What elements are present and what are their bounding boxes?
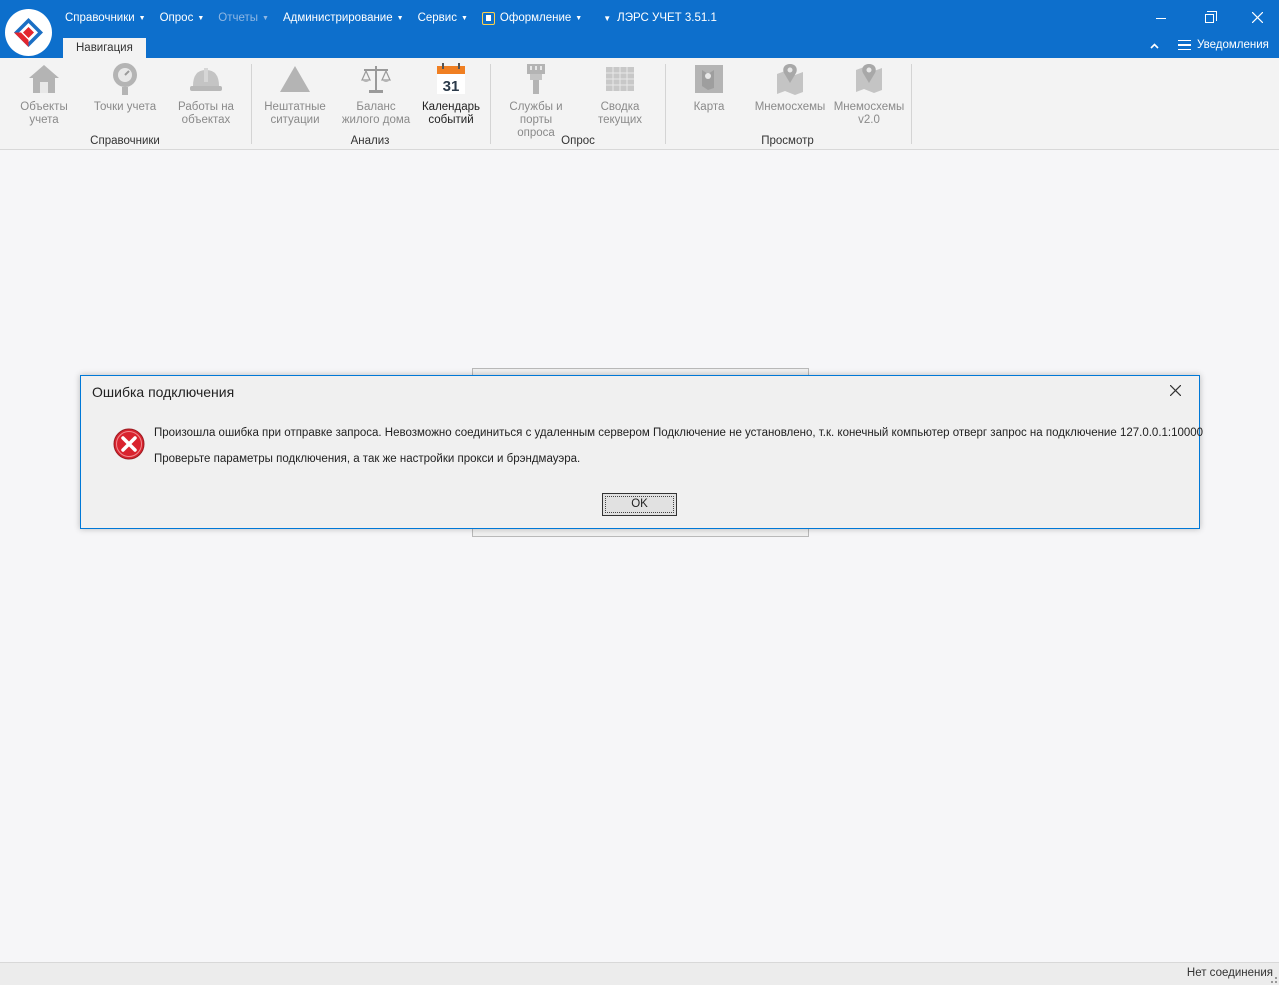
group-divider — [665, 64, 666, 144]
ribbon-label: Сводка текущих — [597, 101, 643, 126]
restore-button[interactable] — [1194, 8, 1224, 28]
minimize-button[interactable] — [1146, 8, 1176, 28]
list-icon — [1178, 39, 1191, 51]
chevron-down-icon: ▼ — [197, 14, 205, 22]
group-divider — [490, 64, 491, 144]
svg-text:31: 31 — [443, 78, 460, 95]
chevron-down-icon: ▼ — [138, 14, 146, 22]
ribbon-button-works[interactable]: Работы на объектах — [170, 62, 242, 127]
menu-administrirovanie[interactable]: Администрирование ▼ — [276, 12, 411, 24]
ribbon-label: Календарь событий — [421, 101, 481, 126]
menu-oformlenie[interactable]: Оформление ▼ — [475, 11, 589, 25]
tab-navigation[interactable]: Навигация — [63, 38, 146, 58]
dialog-title: Ошибка подключения — [92, 384, 235, 400]
close-icon — [1251, 11, 1263, 24]
group-label-opros: Опрос — [561, 135, 595, 147]
ribbon-button-mnemo-v2[interactable]: Мнемосхемы v2.0 — [833, 62, 905, 127]
map-icon — [692, 62, 726, 96]
menu-otchety[interactable]: Отчеты ▼ — [211, 12, 276, 24]
map-pin-v2-icon — [852, 62, 886, 96]
chevron-up-icon — [1150, 43, 1159, 49]
minimize-icon — [1156, 18, 1166, 20]
group-label-prosmotr: Просмотр — [761, 135, 814, 147]
ribbon-label: Мнемосхемы v2.0 — [833, 101, 905, 126]
ribbon-button-calendar[interactable]: 31 Календарь событий — [415, 62, 487, 127]
error-icon — [113, 428, 145, 460]
error-dialog: Ошибка подключения Произошла ошибка при … — [80, 375, 1204, 529]
ribbon-label: Карта — [693, 101, 725, 113]
ribbon-label: Работы на объектах — [178, 101, 234, 126]
warning-icon — [278, 62, 312, 96]
chevron-down-icon: ▼ — [262, 14, 269, 22]
ribbon-label: Объекты учета — [20, 101, 68, 126]
chevron-down-icon: ▼ — [396, 14, 404, 22]
resize-grip-icon[interactable] — [1271, 977, 1277, 983]
restore-icon — [1204, 11, 1217, 24]
close-button[interactable] — [1242, 8, 1272, 28]
error-hint: Проверьте параметры подключения, а так ж… — [154, 453, 581, 465]
notifications-button[interactable]: Уведомления — [1178, 39, 1269, 51]
ribbon-label: Баланс жилого дома — [341, 101, 411, 126]
theme-icon — [481, 11, 495, 25]
ribbon-button-map[interactable]: Карта — [673, 62, 745, 114]
group-divider — [911, 64, 912, 144]
map-pin-icon — [773, 62, 807, 96]
connector-icon — [519, 62, 553, 96]
status-bar: Нет соединения — [0, 962, 1279, 985]
ribbon-button-mnemo[interactable]: Мнемосхемы — [754, 62, 826, 114]
ribbon-button-points[interactable]: Точки учета — [89, 62, 161, 114]
main-menu: Справочники ▼ Опрос ▼ Отчеты ▼ Администриро… — [58, 8, 717, 28]
dialog-close-button[interactable] — [1159, 380, 1191, 402]
ribbon-label: Нештатные ситуации — [264, 101, 326, 126]
ribbon-button-summary[interactable]: Сводка текущих — [584, 62, 656, 127]
ribbon-button-objects[interactable]: Объекты учета — [8, 62, 80, 127]
connection-status: Нет соединения — [1186, 967, 1273, 979]
ribbon-button-incidents[interactable]: Нештатные ситуации — [259, 62, 331, 127]
ok-button[interactable]: OK — [602, 493, 677, 516]
notifications-label: Уведомления — [1197, 39, 1269, 51]
close-icon — [1169, 384, 1181, 397]
logo-icon — [14, 18, 43, 47]
ribbon-button-balance[interactable]: Баланс жилого дома — [340, 62, 412, 127]
group-label-analiz: Анализ — [350, 135, 390, 147]
app-logo[interactable] — [5, 9, 52, 56]
collapse-ribbon-button[interactable] — [1150, 40, 1159, 52]
group-divider — [251, 64, 252, 144]
ribbon-label: Точки учета — [93, 101, 157, 113]
grid-table-icon — [603, 62, 637, 96]
meter-point-icon — [108, 62, 142, 96]
title-bar: Справочники ▼ Опрос ▼ Отчеты ▼ Администриро… — [0, 0, 1279, 58]
menu-spravochniki[interactable]: Справочники ▼ — [58, 12, 153, 24]
error-message: Произошла ошибка при отправке запроса. Н… — [154, 427, 1204, 439]
ribbon-button-services[interactable]: Службы и порты опроса — [500, 62, 572, 140]
scales-icon — [359, 62, 393, 96]
quick-access-dropdown-icon[interactable]: ▼ — [603, 14, 611, 23]
house-icon — [27, 62, 61, 96]
group-label-spravochniki: Справочники — [90, 135, 160, 147]
chevron-down-icon: ▼ — [460, 14, 468, 22]
calendar-icon: 31 — [434, 62, 468, 96]
ribbon-label: Мнемосхемы — [754, 101, 826, 113]
menu-servis[interactable]: Сервис ▼ — [411, 12, 475, 24]
menu-opros[interactable]: Опрос ▼ — [153, 12, 212, 24]
hardhat-icon — [189, 62, 223, 96]
ribbon: Объекты учета Точки учета Работы на объе… — [0, 58, 1279, 150]
app-title: ЛЭРС УЧЕТ 3.51.1 — [617, 12, 717, 24]
chevron-down-icon: ▼ — [575, 14, 583, 22]
